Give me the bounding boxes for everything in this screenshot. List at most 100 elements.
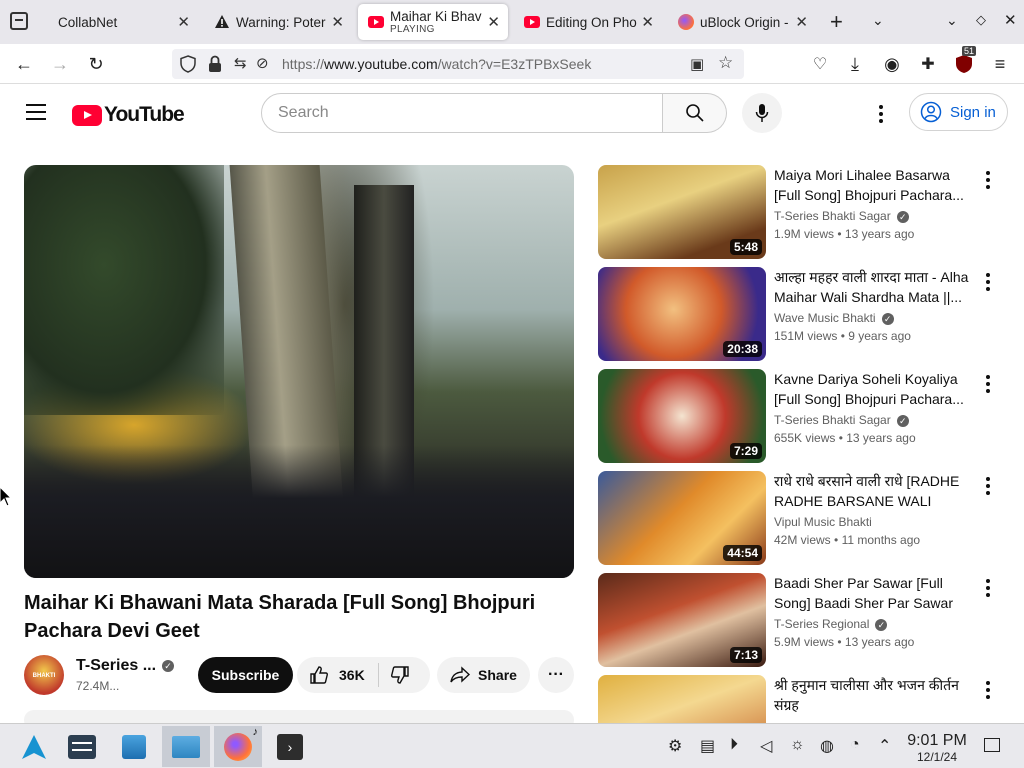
file-manager-icon[interactable] <box>162 726 210 767</box>
system-settings-icon[interactable] <box>58 726 106 767</box>
network-share-icon[interactable]: ⚙ <box>668 736 682 756</box>
network-globe-icon[interactable]: ◍ <box>820 736 834 756</box>
video-thumbnail[interactable] <box>598 675 766 723</box>
recommendation-channel[interactable]: T-Series Regional ✓ <box>774 617 888 631</box>
share-button[interactable]: Share <box>437 657 530 693</box>
tab-maihar[interactable]: Maihar Ki Bhav PLAYING ✕ <box>358 4 508 40</box>
like-button[interactable]: 36K <box>309 665 365 685</box>
autoplay-blocked-icon[interactable]: ⊘ <box>256 54 269 72</box>
recommendation-title[interactable]: Maiya Mori Lihalee Basarwa [Full Song] B… <box>774 165 976 205</box>
address-bar[interactable]: ⇆ ⊘ https://www.youtube.com/watch?v=E3zT… <box>172 49 744 79</box>
chevron-up-icon[interactable]: ⌃ <box>878 736 891 756</box>
channel-avatar[interactable]: BHAKTI SAGAR <box>24 655 64 720</box>
recommendation-title[interactable]: Baadi Sher Par Sawar [Full Song] Baadi S… <box>774 573 976 613</box>
video-thumbnail[interactable]: 44:54 <box>598 471 766 565</box>
recommendation-title[interactable]: राधे राधे बरसाने वाली राधे [RADHE RADHE … <box>774 471 976 511</box>
media-play-icon[interactable]: ⏵ <box>730 736 738 754</box>
recommendation-item[interactable]: 7:29 Kavne Dariya Soheli Koyaliya [Full … <box>598 369 1008 463</box>
clock-time: 9:01 PM <box>907 732 967 749</box>
software-store-icon[interactable] <box>110 726 158 767</box>
video-thumbnail[interactable]: 20:38 <box>598 267 766 361</box>
settings-kebab-icon[interactable] <box>879 105 883 126</box>
search-button[interactable] <box>663 93 727 133</box>
recommendation-channel[interactable]: Wave Music Bhakti ✓ <box>774 311 894 325</box>
sign-in-button[interactable]: Sign in <box>909 93 1008 131</box>
system-clock[interactable]: 9:01 PM 12/1/24 <box>904 732 970 764</box>
ublock-icon[interactable]: 51 <box>952 46 977 76</box>
recommendation-title[interactable]: श्री हनुमान चालीसा और भजन कीर्तन संग्रह <box>774 675 976 715</box>
app-launcher-icon[interactable] <box>10 726 58 767</box>
channel-text: Vipul Music Bhakti <box>774 515 872 529</box>
recommendation-item[interactable]: 20:38 आल्हा महहर वाली शारदा माता - Alha … <box>598 267 1008 361</box>
volume-muted-icon[interactable]: ◁ <box>760 736 772 756</box>
recommendation-channel[interactable]: Vipul Music Bhakti <box>774 515 872 529</box>
video-thumbnail[interactable]: 7:13 <box>598 573 766 667</box>
hamburger-menu-icon[interactable] <box>26 104 46 120</box>
shield-icon[interactable] <box>180 55 196 78</box>
reload-icon[interactable]: ↻ <box>84 52 108 76</box>
tab-warning[interactable]: Warning: Poter ✕ <box>204 4 352 40</box>
verified-icon: ✓ <box>162 659 175 672</box>
voice-search-button[interactable] <box>742 93 782 133</box>
action-menu-icon[interactable] <box>986 477 990 498</box>
recommendation-channel[interactable]: T-Series Bhakti Sagar ✓ <box>774 413 909 427</box>
upload-age: 11 months ago <box>841 533 921 547</box>
close-icon[interactable]: ✕ <box>487 13 500 31</box>
subscribe-button[interactable]: Subscribe <box>198 657 293 693</box>
reader-view-icon[interactable]: ▣ <box>690 55 704 73</box>
back-arrow-icon[interactable]: ← <box>12 52 36 76</box>
clipboard-icon[interactable]: ▤ <box>700 736 715 756</box>
action-menu-icon[interactable] <box>986 171 990 192</box>
brightness-icon[interactable]: ☼ <box>790 736 805 754</box>
close-icon[interactable]: ✕ <box>641 13 654 31</box>
verified-icon: ✓ <box>896 210 909 223</box>
updates-icon[interactable]: ◔ <box>850 736 860 754</box>
firefox-taskbar-icon[interactable]: ♪ <box>214 726 262 767</box>
search-input[interactable]: Search <box>261 93 663 133</box>
download-icon[interactable]: ⤓ <box>843 52 867 76</box>
url-text[interactable]: https://www.youtube.com/watch?v=E3zTPBxS… <box>282 56 591 72</box>
action-menu-icon[interactable] <box>986 681 990 702</box>
more-actions-button[interactable]: ··· <box>538 657 574 693</box>
video-player[interactable] <box>24 165 574 578</box>
tab-ublock[interactable]: uBlock Origin - ✕ <box>668 4 816 40</box>
recommendation-channel[interactable]: T-Series Bhakti Sagar ✓ <box>774 209 909 223</box>
action-menu-icon[interactable] <box>986 375 990 396</box>
chevron-down-icon[interactable]: ⌄ <box>872 12 884 29</box>
lock-icon[interactable] <box>208 55 222 78</box>
youtube-logo[interactable]: YouTube <box>72 103 185 127</box>
action-menu-icon[interactable] <box>986 273 990 294</box>
close-icon[interactable]: ✕ <box>331 13 344 31</box>
action-menu-icon[interactable] <box>986 579 990 600</box>
tab-list-icon[interactable] <box>10 12 28 30</box>
recommendation-item[interactable]: श्री हनुमान चालीसा और भजन कीर्तन संग्रह <box>598 675 1008 723</box>
minimize-icon[interactable]: ⌄ <box>946 12 958 29</box>
video-thumbnail[interactable]: 5:48 <box>598 165 766 259</box>
show-desktop-icon[interactable] <box>984 738 1000 752</box>
restore-icon[interactable]: ◇ <box>976 12 986 28</box>
new-tab-icon[interactable]: + <box>830 9 843 35</box>
permissions-icon[interactable]: ⇆ <box>234 54 247 72</box>
dislike-button[interactable] <box>390 665 410 690</box>
recommendation-item[interactable]: 5:48 Maiya Mori Lihalee Basarwa [Full So… <box>598 165 1008 259</box>
account-icon[interactable]: ◉ <box>880 52 904 76</box>
menu-icon[interactable]: ≡ <box>988 52 1012 76</box>
extensions-icon[interactable]: ✚ <box>916 52 940 76</box>
close-icon[interactable]: ✕ <box>177 13 190 31</box>
description-box[interactable] <box>24 710 574 723</box>
terminal-icon[interactable]: › <box>266 726 314 767</box>
bookmark-star-icon[interactable]: ☆ <box>718 53 733 73</box>
tab-editing[interactable]: Editing On Pho ✕ <box>514 4 662 40</box>
pocket-icon[interactable]: ♡ <box>808 52 832 76</box>
forward-arrow-icon[interactable]: → <box>48 52 72 76</box>
tab-collabnet[interactable]: CollabNet ✕ <box>48 4 198 40</box>
recommendation-title[interactable]: Kavne Dariya Soheli Koyaliya [Full Song]… <box>774 369 976 409</box>
recommendation-item[interactable]: 44:54 राधे राधे बरसाने वाली राधे [RADHE … <box>598 471 1008 565</box>
close-icon[interactable]: ✕ <box>795 13 808 31</box>
recommendation-title[interactable]: आल्हा महहर वाली शारदा माता - Alha Maihar… <box>774 267 976 307</box>
video-thumbnail[interactable]: 7:29 <box>598 369 766 463</box>
channel-name[interactable]: T-Series ... ✓ <box>76 657 175 675</box>
youtube-masthead: YouTube Search Sign in <box>0 85 1024 141</box>
recommendation-item[interactable]: 7:13 Baadi Sher Par Sawar [Full Song] Ba… <box>598 573 1008 667</box>
close-window-icon[interactable]: ✕ <box>1004 11 1017 29</box>
